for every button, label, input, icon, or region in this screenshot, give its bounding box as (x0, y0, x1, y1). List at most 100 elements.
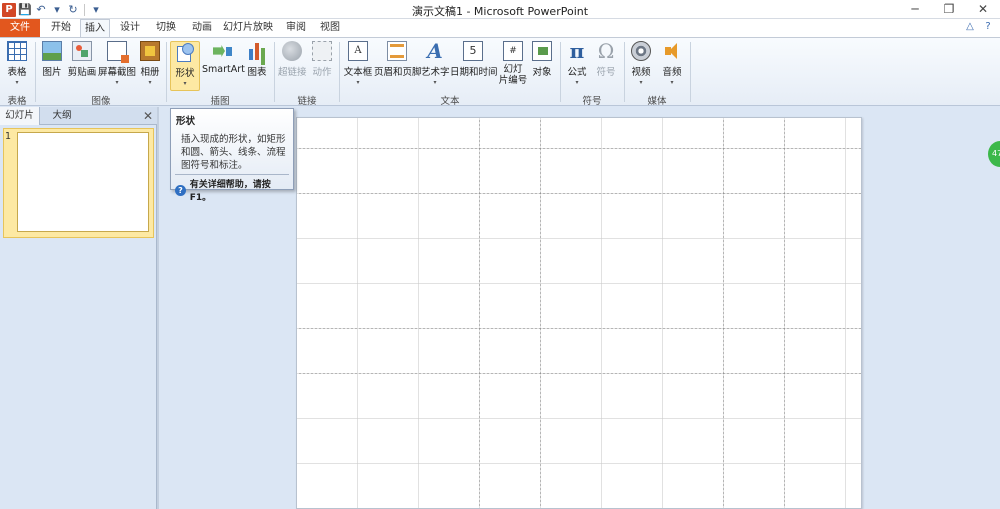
header-footer-label: 页眉和页脚 (374, 67, 422, 78)
speaker-icon (662, 41, 682, 61)
minimize-ribbon-icon[interactable]: △ (964, 21, 976, 33)
close-pane-icon[interactable]: ✕ (143, 109, 153, 123)
album-button[interactable]: 相册 ▾ (139, 41, 161, 86)
minimize-button[interactable]: ─ (898, 0, 932, 19)
ribbon-insert: 表格 ▾ 表格 图片 剪贴画 屏幕截图 ▾ 相册 ▾ 图像 形状 ▾ Smart… (0, 37, 1000, 107)
group-divider (166, 42, 167, 102)
picture-icon (42, 41, 62, 61)
group-divider (35, 42, 36, 102)
group-label-illustrations: 插图 (210, 96, 230, 107)
restore-button[interactable]: ❐ (932, 0, 966, 19)
slide-number-icon: # (503, 41, 523, 61)
chart-label: 图表 (247, 67, 267, 78)
textbox-label: 文本框 (343, 67, 373, 78)
shapes-dropdown-icon: ▾ (183, 80, 187, 87)
textbox-button[interactable]: A 文本框 ▾ (343, 41, 373, 86)
group-label-text: 文本 (440, 96, 460, 107)
wordart-dropdown-icon: ▾ (433, 79, 437, 86)
table-dropdown-icon: ▾ (15, 79, 19, 86)
calendar-icon: 5 (463, 41, 483, 61)
video-label: 视频 (631, 67, 651, 78)
shapes-icon (175, 42, 195, 62)
picture-label: 图片 (42, 67, 62, 78)
table-icon (7, 41, 27, 61)
tooltip-title: 形状 (176, 116, 196, 127)
group-label-tables: 表格 (7, 96, 27, 107)
equation-label: 公式 (567, 67, 587, 78)
object-button[interactable]: 对象 (530, 41, 554, 78)
tab-animations[interactable]: 动画 (185, 19, 219, 37)
wordart-icon: A (427, 39, 443, 63)
tab-slides[interactable]: 幻灯片 (0, 107, 40, 125)
tab-view[interactable]: 视图 (313, 19, 347, 37)
slides-pane: 幻灯片 大纲 ✕ 1 (0, 107, 157, 509)
clipart-button[interactable]: 剪贴画 (67, 41, 97, 78)
smartart-label: SmartArt (202, 64, 245, 75)
tooltip-divider (175, 174, 289, 175)
tab-transitions[interactable]: 切换 (149, 19, 183, 37)
smartart-icon (212, 41, 232, 61)
shapes-button[interactable]: 形状 ▾ (170, 41, 200, 91)
symbol-button[interactable]: Ω 符号 (594, 41, 618, 78)
video-button[interactable]: 视频 ▾ (629, 41, 653, 86)
picture-button[interactable]: 图片 (40, 41, 64, 78)
group-label-symbols: 符号 (582, 96, 602, 107)
close-button[interactable]: ✕ (966, 0, 1000, 19)
tab-outline[interactable]: 大纲 (42, 107, 82, 125)
album-label: 相册 (140, 67, 160, 78)
wordart-label: 艺术字 (421, 67, 450, 78)
audio-button[interactable]: 音频 ▾ (660, 41, 684, 86)
slide-gridlines (297, 118, 861, 508)
pi-icon: π (569, 39, 585, 63)
tab-file[interactable]: 文件 (0, 19, 40, 37)
shapes-label: 形状 (175, 68, 195, 79)
header-footer-icon (387, 41, 407, 61)
video-reel-icon (631, 41, 651, 61)
tooltip-help: ? 有关详细帮助，请按 F1。 (175, 177, 293, 203)
video-dropdown-icon: ▾ (639, 79, 643, 86)
textbox-icon: A (348, 41, 368, 61)
datetime-label: 日期和时间 (450, 67, 498, 78)
action-icon (312, 41, 332, 61)
group-divider (274, 42, 275, 102)
wordart-button[interactable]: A 艺术字 ▾ (421, 39, 450, 86)
tab-review[interactable]: 审阅 (279, 19, 313, 37)
slide-thumbnail[interactable] (17, 132, 149, 232)
chart-button[interactable]: 图表 (245, 41, 269, 78)
omega-icon: Ω (597, 39, 615, 63)
hyperlink-label: 超链接 (278, 67, 307, 78)
datetime-button[interactable]: 5 日期和时间 (450, 41, 498, 78)
action-button[interactable]: 动作 (309, 41, 335, 78)
tab-design[interactable]: 设计 (113, 19, 147, 37)
audio-dropdown-icon: ▾ (670, 79, 674, 86)
tab-insert[interactable]: 插入 (80, 19, 110, 38)
photo-album-icon (140, 41, 160, 61)
smartart-button[interactable]: SmartArt (202, 41, 245, 75)
help-icon[interactable]: ? (982, 21, 994, 33)
equation-dropdown-icon: ▾ (575, 79, 579, 86)
screenshot-icon (107, 41, 129, 63)
tab-slideshow[interactable]: 幻灯片放映 (221, 19, 275, 37)
tooltip-help-text: 有关详细帮助，请按 F1。 (189, 180, 271, 203)
object-icon (532, 41, 552, 61)
shapes-tooltip: 形状 插入现成的形状，如矩形和圆、箭头、线条、流程图符号和标注。 ? 有关详细帮… (170, 108, 294, 203)
screenshot-button[interactable]: 屏幕截图 ▾ (98, 41, 136, 86)
screenshot-dropdown-icon: ▾ (115, 79, 119, 86)
clipart-icon (72, 41, 92, 61)
clipart-label: 剪贴画 (67, 67, 97, 78)
slide-number-button[interactable]: # 幻灯 片编号 (498, 41, 528, 86)
textbox-dropdown-icon: ▾ (356, 79, 360, 86)
help-question-icon: ? (175, 184, 186, 196)
audio-label: 音频 (662, 67, 682, 78)
screenshot-label: 屏幕截图 (98, 67, 137, 78)
slide-canvas[interactable] (296, 117, 862, 509)
pane-tabs: 幻灯片 大纲 ✕ (0, 107, 157, 125)
header-footer-button[interactable]: 页眉和页脚 (374, 41, 422, 78)
tab-home[interactable]: 开始 (44, 19, 78, 37)
equation-button[interactable]: π 公式 ▾ (565, 41, 589, 86)
table-button[interactable]: 表格 ▾ (4, 41, 30, 86)
ribbon-tabs: 文件 开始 插入 设计 切换 动画 幻灯片放映 审阅 视图 △ ? (0, 19, 1000, 38)
symbol-label: 符号 (596, 67, 616, 78)
chart-icon (247, 41, 267, 61)
hyperlink-button[interactable]: 超链接 (278, 41, 307, 78)
